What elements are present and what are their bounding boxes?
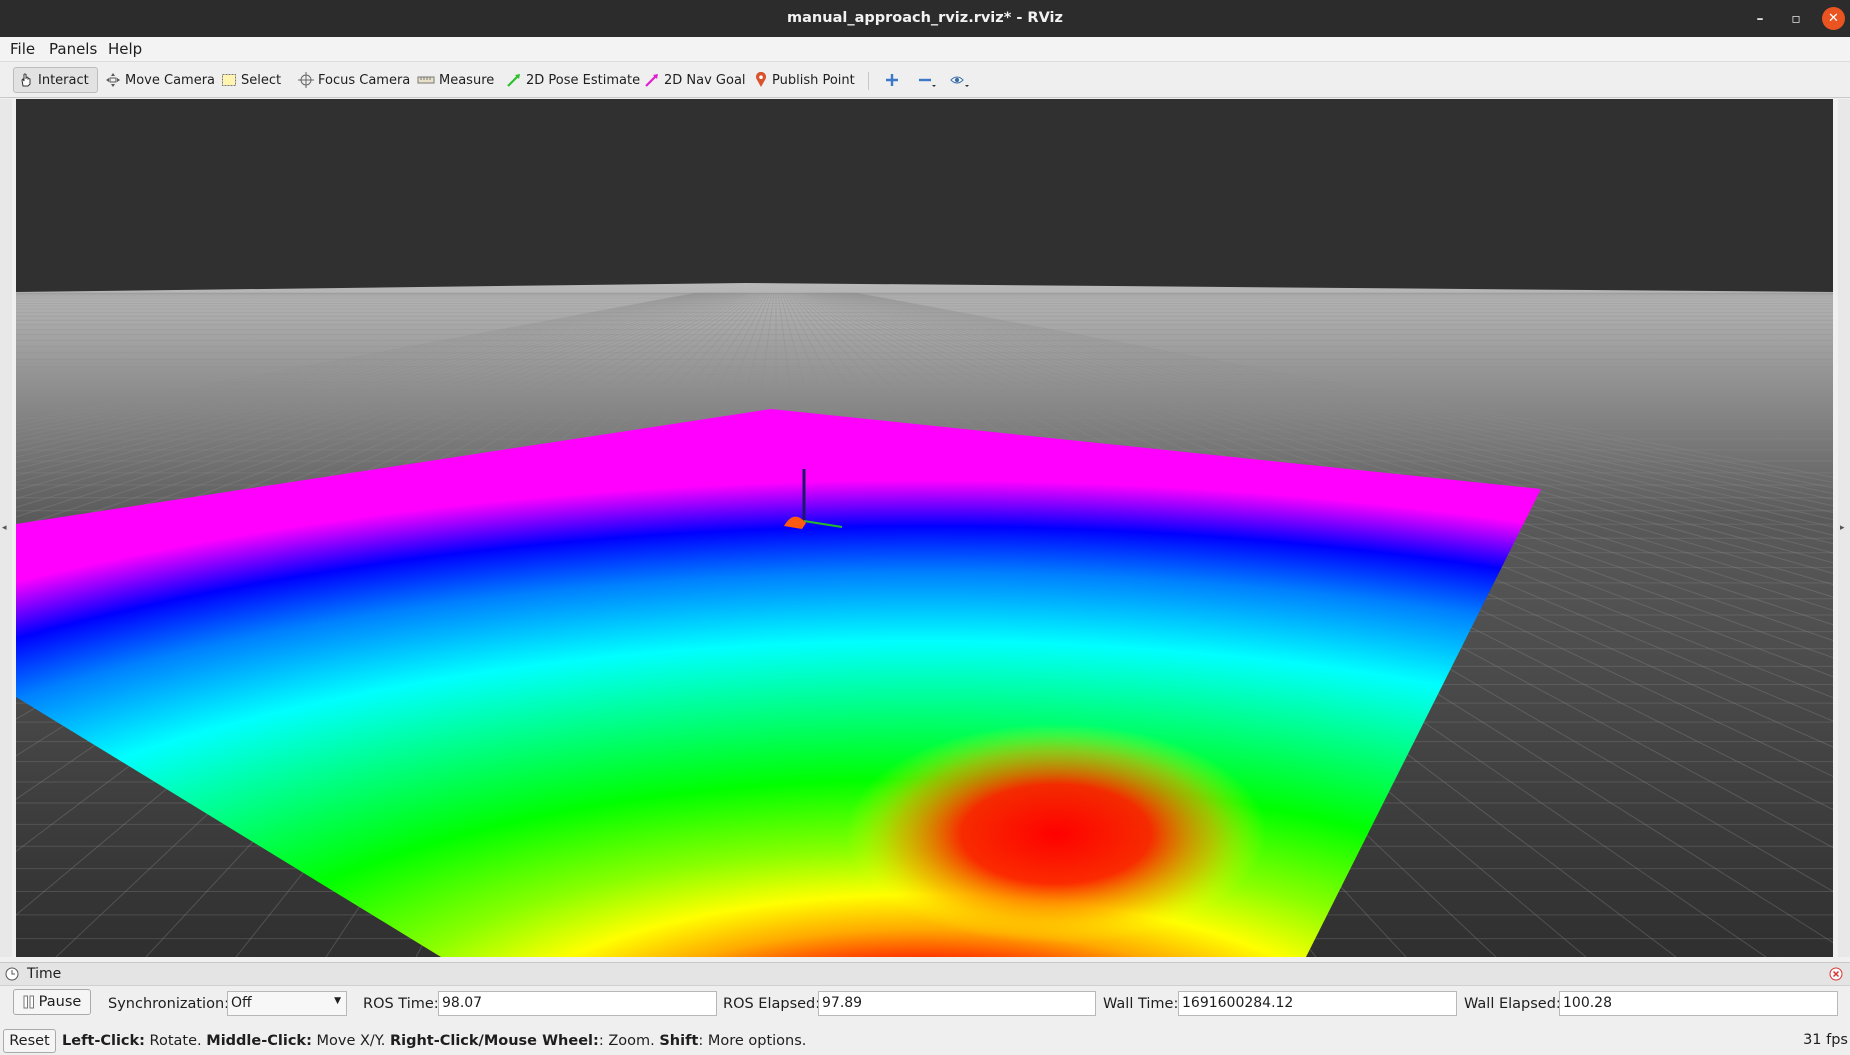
menu-help[interactable]: Help [108,40,142,58]
ros-elapsed-label: ROS Elapsed: [723,996,821,1012]
select-tool-button[interactable]: Select [217,67,285,93]
hand-icon [21,73,31,87]
magenta-arrow-icon [645,74,658,87]
collapse-right-icon: ▸ [1840,523,1845,533]
left-dock-handle[interactable]: ◂ [0,99,12,957]
wall-elapsed-label: Wall Elapsed: [1464,996,1561,1012]
tool-visibility-button[interactable] [946,67,974,93]
ros-time-label: ROS Time: [363,996,439,1012]
crosshair-icon [298,72,314,88]
hint-middle-click: Middle-Click: [206,1033,312,1049]
remove-tool-button[interactable] [913,67,941,93]
time-panel-title: Time [27,966,62,982]
ruler-icon [417,76,435,84]
costmap-hotspot [846,724,1266,944]
nav-goal-tool-button[interactable]: 2D Nav Goal [640,67,750,93]
toolbar-separator [868,72,869,90]
chevron-down-icon: ▼ [334,996,341,1006]
window-title: manual_approach_rviz.rviz* - RViz [787,10,1063,26]
select-label: Select [241,72,282,88]
pause-icon [23,995,34,1009]
title-bar: manual_approach_rviz.rviz* - RViz – ▫ ✕ [0,0,1850,37]
move-camera-icon [106,73,120,87]
sync-value: Off [231,995,252,1011]
wall-time-label: Wall Time: [1103,996,1179,1012]
right-dock-handle[interactable]: ▸ [1838,99,1850,957]
hint-left-click-action: Rotate. [144,1033,207,1049]
menu-bar: File Panels Help [0,37,1850,62]
wall-time-field[interactable]: 1691600284.12 [1178,991,1457,1016]
focus-camera-tool-button[interactable]: Focus Camera [294,67,414,93]
collapse-left-icon: ◂ [2,523,7,533]
interaction-hint: Left-Click: Rotate. Middle-Click: Move X… [62,1033,806,1049]
add-tool-button[interactable] [880,67,904,93]
pose-estimate-label: 2D Pose Estimate [526,72,641,88]
hint-right-click: Right-Click/Mouse Wheel: [389,1033,599,1049]
hint-shift-action: : More options. [698,1033,807,1049]
time-panel-header: Time [0,963,1850,986]
eye-icon [950,76,969,87]
hint-shift: Shift [659,1033,699,1049]
panel-close-icon[interactable] [1829,967,1843,981]
tool-bar: Interact Move Camera Select Focus Camera… [0,62,1850,98]
fps-counter: 31 fps [1803,1032,1848,1048]
move-camera-tool-button[interactable]: Move Camera [101,67,219,93]
measure-label: Measure [439,72,495,88]
minus-icon [919,78,936,87]
pause-button[interactable]: Pause [13,989,91,1015]
select-icon [222,74,236,86]
status-bar: Reset Left-Click: Rotate. Middle-Click: … [0,1027,1850,1055]
publish-point-label: Publish Point [772,72,855,88]
focus-camera-label: Focus Camera [318,72,411,88]
hint-middle-click-action: Move X/Y. [311,1033,390,1049]
close-icon[interactable]: ✕ [1822,7,1845,30]
map-pin-icon [756,72,766,87]
interact-tool-button[interactable]: Interact [13,67,98,93]
maximize-icon[interactable]: ▫ [1786,9,1806,29]
scene-3d [16,99,1833,957]
minimize-icon[interactable]: – [1750,9,1770,29]
time-panel-row: Pause Synchronization: Off ▼ ROS Time: 9… [0,989,1850,1019]
publish-point-tool-button[interactable]: Publish Point [750,67,859,93]
sync-label: Synchronization: [108,996,230,1012]
plus-icon [886,74,898,86]
hint-left-click: Left-Click: [62,1033,145,1049]
render-viewport[interactable] [16,99,1833,957]
clock-icon [5,967,19,981]
time-panel: Time Pause Synchronization: Off ▼ ROS Ti… [0,962,1850,1027]
ros-time-field[interactable]: 98.07 [438,991,717,1016]
measure-tool-button[interactable]: Measure [413,67,498,93]
green-arrow-icon [507,74,520,87]
interact-label: Interact [38,72,89,88]
ros-elapsed-field[interactable]: 97.89 [818,991,1096,1016]
move-camera-label: Move Camera [125,72,216,88]
sync-select[interactable]: Off ▼ [227,991,347,1016]
menu-file[interactable]: File [10,40,35,58]
nav-goal-label: 2D Nav Goal [664,72,746,88]
wall-elapsed-field[interactable]: 100.28 [1559,991,1838,1016]
menu-panels[interactable]: Panels [49,40,97,58]
hint-right-click-action: : Zoom. [598,1033,660,1049]
pose-estimate-tool-button[interactable]: 2D Pose Estimate [502,67,644,93]
reset-button[interactable]: Reset [3,1029,56,1053]
pause-label: Pause [38,994,82,1010]
